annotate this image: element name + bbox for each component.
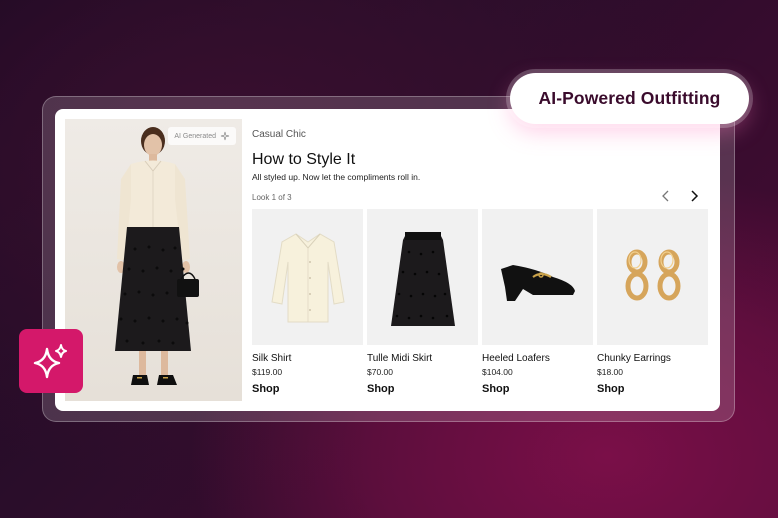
product-card[interactable]: Chunky Earrings $18.00 Shop (597, 209, 708, 397)
product-price: $104.00 (482, 367, 513, 377)
product-list: Silk Shirt $119.00 Shop Tulle Midi Skirt (252, 209, 708, 397)
sparkle-badge (19, 329, 83, 393)
loafer-icon (500, 265, 575, 301)
ai-generated-tag: AI Generated (168, 127, 236, 145)
product-price: $119.00 (252, 367, 283, 377)
shirt-icon (270, 233, 345, 323)
chevron-left-icon (662, 190, 669, 202)
product-price: $70.00 (367, 367, 393, 377)
product-card[interactable]: Tulle Midi Skirt $70.00 Shop (367, 209, 478, 397)
earrings-icon (625, 249, 680, 301)
shop-button[interactable]: Shop (252, 383, 280, 395)
product-image[interactable] (597, 209, 708, 345)
product-card[interactable]: Heeled Loafers $104.00 Shop (482, 209, 593, 397)
ai-generated-label: AI Generated (174, 132, 216, 140)
section-subtitle: All styled up. Now let the compliments r… (252, 172, 421, 182)
look-counter: Look 1 of 3 (252, 193, 292, 202)
skirt-icon (390, 232, 455, 326)
shop-button[interactable]: Shop (597, 383, 625, 395)
model-figure (115, 127, 199, 385)
ai-powered-badge: AI-Powered Outfitting (510, 73, 749, 124)
section-title: How to Style It (252, 151, 356, 168)
product-card[interactable]: Silk Shirt $119.00 Shop (252, 209, 363, 397)
shop-button[interactable]: Shop (482, 383, 510, 395)
product-name: Heeled Loafers (482, 353, 550, 364)
chevron-right-icon (691, 190, 699, 202)
product-name: Silk Shirt (252, 353, 292, 364)
product-name: Chunky Earrings (597, 353, 671, 364)
hero-image: AI Generated (65, 119, 242, 401)
section-header: Casual Chic How to Style It All styled u… (252, 129, 420, 182)
style-card: AI Generated Casual Chic How to Style It… (55, 109, 720, 411)
product-image[interactable] (367, 209, 478, 345)
next-look-button[interactable] (686, 188, 702, 204)
sparkle-icon (220, 131, 230, 141)
product-name: Tulle Midi Skirt (367, 353, 433, 364)
ai-powered-label: AI-Powered Outfitting (538, 88, 721, 108)
style-category: Casual Chic (252, 129, 306, 140)
product-price: $18.00 (597, 367, 623, 377)
shop-button[interactable]: Shop (367, 383, 395, 395)
product-image[interactable] (482, 209, 593, 345)
product-image[interactable] (252, 209, 363, 345)
sparkle-icon (33, 344, 67, 379)
prev-look-button[interactable] (658, 188, 674, 204)
